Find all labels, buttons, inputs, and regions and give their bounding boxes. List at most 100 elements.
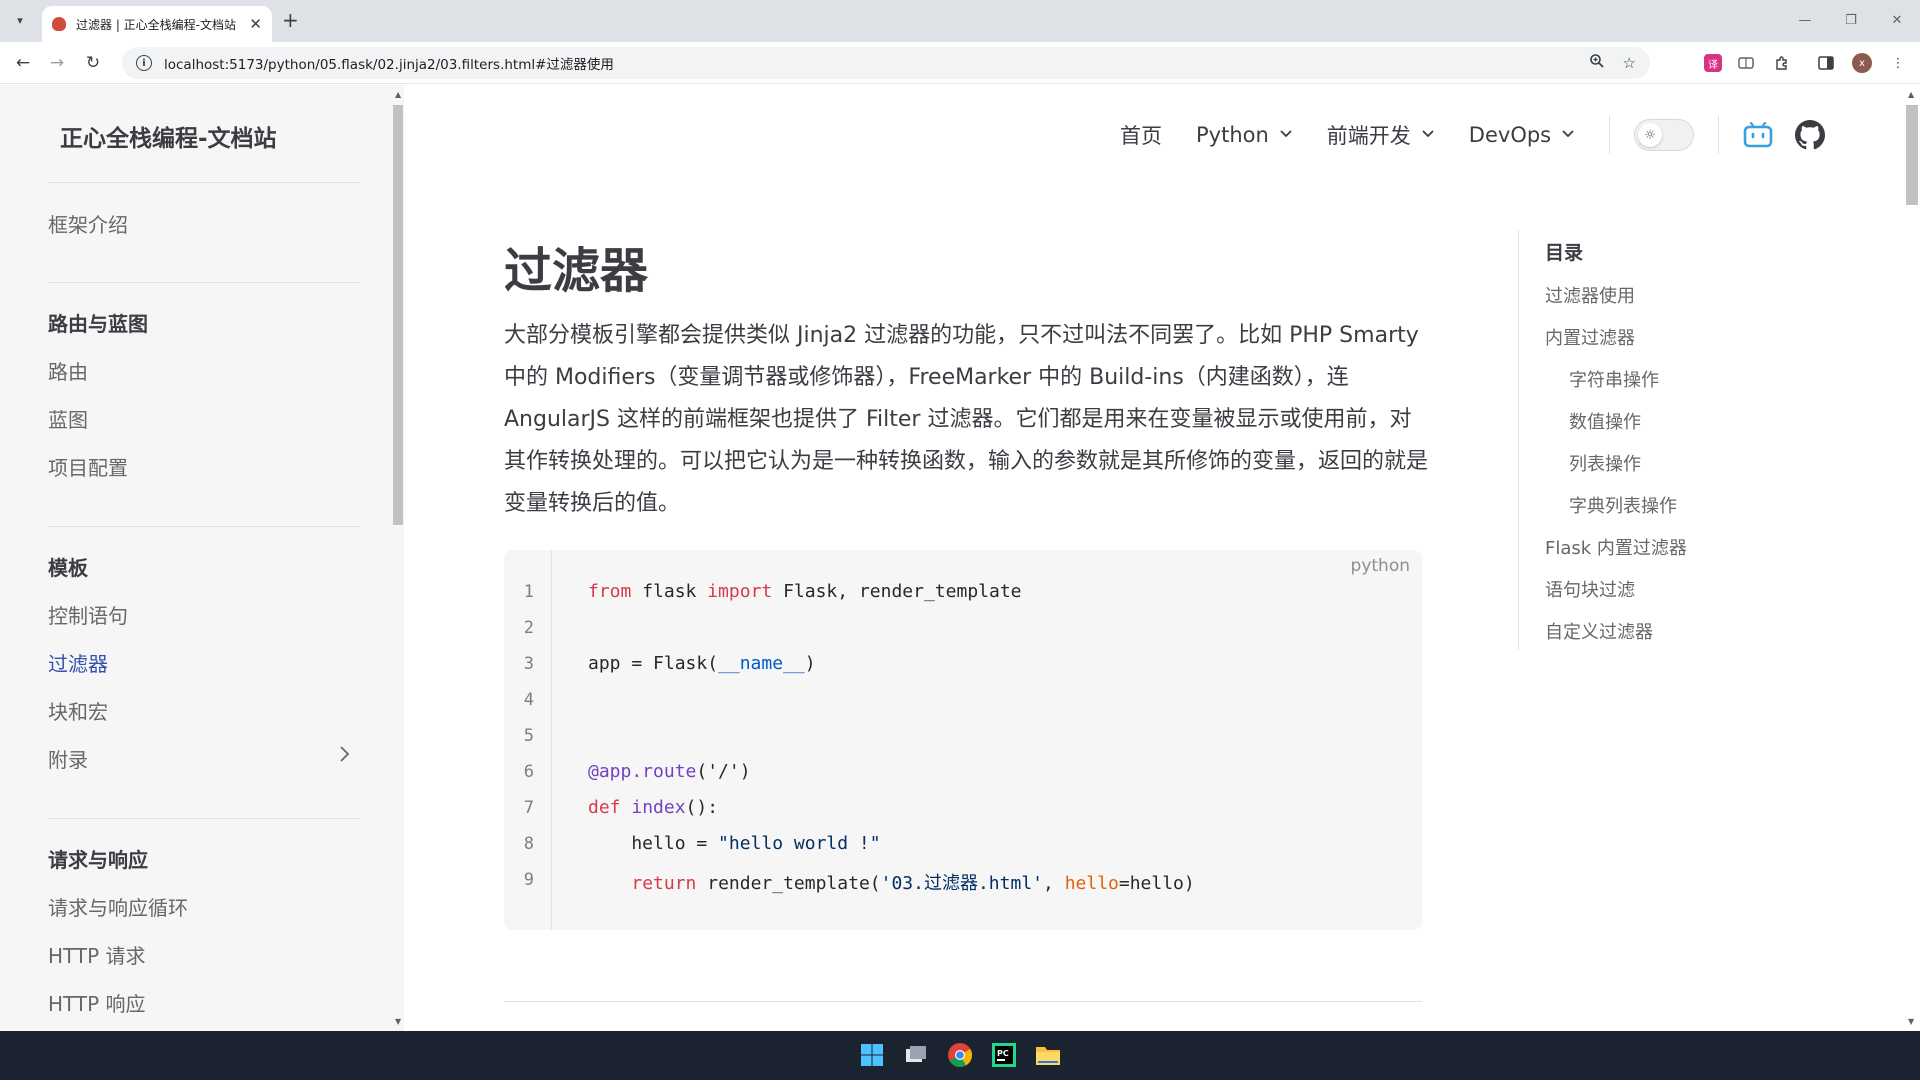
browser-tab-active[interactable]: 过滤器 | 正心全栈编程-文档站 ✕ xyxy=(42,6,272,42)
nav-frontend-label: 前端开发 xyxy=(1326,124,1411,148)
page-viewport: 正心全栈编程-文档站 框架介绍 路由与蓝图 路由 蓝图 项目配置 模板 控制语句… xyxy=(0,85,1920,1031)
back-arrow-icon[interactable]: ← xyxy=(10,51,36,75)
line-number: 1 xyxy=(523,582,534,602)
site-info-icon[interactable]: i xyxy=(136,55,152,71)
translate-extension-icon[interactable]: 译 xyxy=(1704,54,1722,72)
sidebar-scrollbar[interactable] xyxy=(393,105,403,525)
sidebar-scroll-down-icon[interactable]: ▼ xyxy=(395,1017,401,1026)
code-token: def xyxy=(588,797,621,818)
sidebar-item-http-request[interactable]: HTTP 请求 xyxy=(48,940,146,969)
code-token: flask xyxy=(631,581,708,602)
toc-item[interactable]: 字符串操作 xyxy=(1569,366,1659,392)
sidebar-item-project-config[interactable]: 项目配置 xyxy=(48,452,128,481)
svg-text:PC: PC xyxy=(997,1049,1009,1058)
sidebar-item-control-statements[interactable]: 控制语句 xyxy=(48,600,128,629)
site-title[interactable]: 正心全栈编程-文档站 xyxy=(60,119,277,153)
sidebar-heading-routing[interactable]: 路由与蓝图 xyxy=(48,308,148,337)
chrome-icon[interactable] xyxy=(946,1041,974,1069)
close-window-icon[interactable]: ✕ xyxy=(1874,0,1920,40)
incognito-extension-icon[interactable] xyxy=(1734,51,1758,75)
theme-toggle[interactable]: ☼ xyxy=(1634,119,1695,151)
code-token: ) xyxy=(804,653,816,674)
code-token: "hello world !" xyxy=(718,833,881,854)
toc-item[interactable]: 内置过滤器 xyxy=(1545,324,1635,350)
url-text[interactable]: localhost:5173/python/05.flask/02.jinja2… xyxy=(164,53,1571,73)
line-number: 4 xyxy=(523,690,534,710)
profile-avatar-icon[interactable]: x xyxy=(1850,51,1874,75)
windows-start-icon[interactable] xyxy=(858,1041,886,1069)
toc-item[interactable]: 字典列表操作 xyxy=(1569,492,1677,518)
address-bar[interactable]: i localhost:5173/python/05.flask/02.jinj… xyxy=(122,47,1650,79)
page-scroll-down-icon[interactable]: ▼ xyxy=(1908,1017,1914,1026)
nav-devops[interactable]: DevOps xyxy=(1469,123,1575,147)
sidebar-item-request-cycle[interactable]: 请求与响应循环 xyxy=(48,892,188,921)
nav-python[interactable]: Python xyxy=(1196,123,1293,147)
sidebar-divider xyxy=(48,526,360,527)
docs-sidebar: 正心全栈编程-文档站 框架介绍 路由与蓝图 路由 蓝图 项目配置 模板 控制语句… xyxy=(0,85,404,1031)
code-token: index xyxy=(631,797,686,818)
page-title: 过滤器 xyxy=(504,243,649,299)
side-panel-icon[interactable] xyxy=(1814,51,1838,75)
sidebar-item-route[interactable]: 路由 xyxy=(48,356,88,385)
nav-python-label: Python xyxy=(1196,123,1269,147)
sidebar-divider xyxy=(48,182,360,183)
sidebar-heading-request-response[interactable]: 请求与响应 xyxy=(48,844,148,873)
code-token: hello xyxy=(1064,873,1119,894)
tab-close-icon[interactable]: ✕ xyxy=(249,15,262,33)
sidebar-item-framework-intro[interactable]: 框架介绍 xyxy=(48,209,128,238)
minimize-icon[interactable]: — xyxy=(1782,0,1828,40)
restore-icon[interactable]: ❐ xyxy=(1828,0,1874,40)
code-token: =hello) xyxy=(1118,873,1195,894)
sidebar-item-appendix[interactable]: 附录 xyxy=(48,744,88,773)
extensions-puzzle-icon[interactable] xyxy=(1770,51,1794,75)
table-of-contents: 目录 过滤器使用 内置过滤器 字符串操作 数值操作 列表操作 字典列表操作 Fl… xyxy=(1518,230,1848,650)
code-line: app = Flask(__name__) xyxy=(588,653,816,674)
forward-arrow-icon[interactable]: → xyxy=(44,51,70,75)
chevron-down-icon xyxy=(1561,128,1575,142)
top-navigation: 首页 Python 前端开发 DevOps ☼ xyxy=(1120,115,1847,155)
toc-item[interactable]: 数值操作 xyxy=(1569,408,1641,434)
reload-icon[interactable]: ↻ xyxy=(80,51,106,75)
line-number: 6 xyxy=(523,762,534,782)
bookmark-star-icon[interactable]: ☆ xyxy=(1623,54,1636,72)
nav-frontend[interactable]: 前端开发 xyxy=(1327,120,1435,150)
code-token: __name__ xyxy=(718,653,805,674)
new-tab-plus-icon[interactable]: + xyxy=(282,9,299,31)
file-explorer-icon[interactable] xyxy=(1034,1041,1062,1069)
sidebar-item-filters-active[interactable]: 过滤器 xyxy=(48,648,108,677)
code-token: '03.过滤器.html' xyxy=(880,873,1043,894)
code-token: hello = xyxy=(588,833,719,854)
chevron-right-icon[interactable] xyxy=(338,744,350,769)
tab-search-chevron-icon[interactable]: ▾ xyxy=(8,8,32,32)
nav-home-label: 首页 xyxy=(1120,124,1162,148)
github-icon[interactable] xyxy=(1795,120,1826,150)
page-scrollbar[interactable] xyxy=(1906,105,1918,205)
sidebar-item-blocks-macros[interactable]: 块和宏 xyxy=(48,696,108,725)
bilibili-icon[interactable] xyxy=(1743,122,1773,148)
sidebar-divider xyxy=(48,282,360,283)
nav-home[interactable]: 首页 xyxy=(1120,120,1162,150)
zoom-icon[interactable] xyxy=(1589,53,1605,73)
browser-toolbar: ← → ↻ i localhost:5173/python/05.flask/0… xyxy=(0,42,1920,84)
sidebar-scroll-up-icon[interactable]: ▲ xyxy=(395,90,401,99)
sun-icon: ☼ xyxy=(1638,123,1663,147)
nav-separator xyxy=(1718,116,1720,154)
toc-item[interactable]: 语句块过滤 xyxy=(1545,576,1635,602)
toc-item[interactable]: 列表操作 xyxy=(1569,450,1641,476)
toc-item[interactable]: 自定义过滤器 xyxy=(1545,618,1653,644)
pycharm-icon[interactable]: PC xyxy=(990,1041,1018,1069)
task-view-icon[interactable] xyxy=(902,1041,930,1069)
code-token: ('/') xyxy=(696,761,751,782)
code-line: hello = "hello world !" xyxy=(588,833,881,854)
code-token: (): xyxy=(685,797,719,818)
extensions-area: 译 x ⋮ xyxy=(1692,51,1910,75)
browser-menu-icon[interactable]: ⋮ xyxy=(1886,51,1910,75)
line-number: 3 xyxy=(523,654,534,674)
sidebar-item-http-response[interactable]: HTTP 响应 xyxy=(48,988,146,1017)
line-number: 8 xyxy=(523,834,534,854)
toc-item[interactable]: Flask 内置过滤器 xyxy=(1545,534,1687,560)
sidebar-heading-templates[interactable]: 模板 xyxy=(48,552,88,581)
toc-item[interactable]: 过滤器使用 xyxy=(1545,282,1635,308)
sidebar-item-blueprint[interactable]: 蓝图 xyxy=(48,404,88,433)
page-scroll-up-icon[interactable]: ▲ xyxy=(1908,90,1914,99)
